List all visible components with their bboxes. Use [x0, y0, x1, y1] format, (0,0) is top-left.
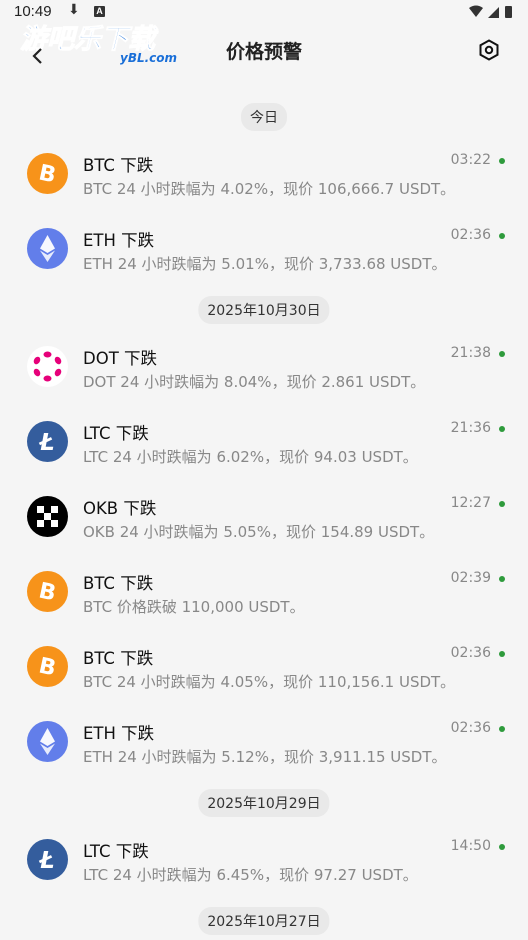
date-chip: 2025年10月30日 [198, 296, 330, 324]
download-icon: ⬇ [68, 2, 80, 18]
item-title: DOT 下跌 [83, 349, 158, 368]
date-chip: 2025年10月29日 [198, 789, 330, 817]
page-title: 价格预警 [225, 41, 302, 63]
item-title: ETH 下跌 [83, 231, 155, 250]
item-time: 12:27 [450, 495, 491, 511]
item-title: OKB 下跌 [83, 499, 157, 518]
signal-icon [488, 7, 499, 18]
alert-list: 今日 B BTC 下跌 BTC 24 小时跌幅为 4.02%，现价 106,66… [0, 101, 528, 940]
date-separator: 2025年10月27日 [0, 905, 528, 935]
item-description: ETH 24 小时跌幅为 5.01%，现价 3,733.68 USDT。 [83, 255, 447, 273]
okb-coin-icon [27, 496, 68, 537]
item-description: LTC 24 小时跌幅为 6.02%，现价 94.03 USDT。 [83, 448, 418, 466]
date-chip: 今日 [241, 103, 287, 131]
list-item[interactable]: ETH 下跌 ETH 24 小时跌幅为 5.01%，现价 3,733.68 US… [0, 211, 528, 286]
item-title: BTC 下跌 [83, 649, 154, 668]
item-time: 02:36 [450, 645, 491, 661]
item-description: BTC 价格跌破 110,000 USDT。 [83, 598, 305, 616]
item-time: 02:36 [450, 720, 491, 736]
item-description: DOT 24 小时跌幅为 8.04%，现价 2.861 USDT。 [83, 373, 426, 391]
unread-dot [499, 233, 505, 239]
list-item[interactable]: Ł LTC 下跌 LTC 24 小时跌幅为 6.45%，现价 97.27 USD… [0, 822, 528, 897]
list-item[interactable]: Ł LTC 下跌 LTC 24 小时跌幅为 6.02%，现价 94.03 USD… [0, 404, 528, 479]
date-separator: 2025年10月29日 [0, 787, 528, 817]
a-badge-icon: A [94, 6, 105, 17]
item-time: 14:50 [450, 838, 491, 854]
unread-dot [499, 726, 505, 732]
date-chip: 2025年10月27日 [198, 907, 330, 935]
status-right-icons [468, 4, 518, 23]
list-item[interactable]: DOT 下跌 DOT 24 小时跌幅为 8.04%，现价 2.861 USDT。… [0, 329, 528, 404]
battery-icon [505, 6, 512, 18]
unread-dot [499, 501, 505, 507]
item-title: LTC 下跌 [83, 424, 149, 443]
btc-coin-icon: B [27, 571, 68, 612]
ltc-coin-icon: Ł [27, 421, 68, 462]
list-item[interactable]: B BTC 下跌 BTC 24 小时跌幅为 4.05%，现价 110,156.1… [0, 629, 528, 704]
item-description: BTC 24 小时跌幅为 4.05%，现价 110,156.1 USDT。 [83, 673, 456, 691]
item-title: BTC 下跌 [83, 574, 154, 593]
eth-coin-icon [27, 721, 68, 762]
item-time: 02:39 [450, 570, 491, 586]
dot-coin-icon [27, 346, 68, 387]
unread-dot [499, 651, 505, 657]
list-item[interactable]: B BTC 下跌 BTC 24 小时跌幅为 4.02%，现价 106,666.7… [0, 136, 528, 211]
list-item[interactable]: OKB 下跌 OKB 24 小时跌幅为 5.05%，现价 154.89 USDT… [0, 479, 528, 554]
settings-button[interactable] [478, 39, 500, 61]
list-item[interactable]: B BTC 下跌 BTC 价格跌破 110,000 USDT。 02:39 [0, 554, 528, 629]
item-description: LTC 24 小时跌幅为 6.45%，现价 97.27 USDT。 [83, 866, 418, 884]
hexagon-settings-icon [479, 39, 499, 61]
svg-text:Ł: Ł [38, 848, 54, 874]
item-description: ETH 24 小时跌幅为 5.12%，现价 3,911.15 USDT。 [83, 748, 447, 766]
date-separator: 今日 [0, 101, 528, 131]
item-description: BTC 24 小时跌幅为 4.02%，现价 106,666.7 USDT。 [83, 180, 456, 198]
svg-text:Ł: Ł [38, 430, 54, 456]
eth-coin-icon [27, 228, 68, 269]
item-title: LTC 下跌 [83, 842, 149, 861]
btc-coin-icon: B [27, 646, 68, 687]
item-time: 21:38 [450, 345, 491, 361]
unread-dot [499, 576, 505, 582]
ltc-coin-icon: Ł [27, 839, 68, 880]
item-title: BTC 下跌 [83, 156, 154, 175]
btc-coin-icon: B [27, 153, 68, 194]
unread-dot [499, 426, 505, 432]
item-title: ETH 下跌 [83, 724, 155, 743]
date-separator: 2025年10月30日 [0, 294, 528, 324]
item-time: 02:36 [450, 227, 491, 243]
item-time: 03:22 [450, 152, 491, 168]
list-item[interactable]: ETH 下跌 ETH 24 小时跌幅为 5.12%，现价 3,911.15 US… [0, 704, 528, 779]
unread-dot [499, 158, 505, 164]
unread-dot [499, 844, 505, 850]
item-time: 21:36 [450, 420, 491, 436]
wifi-icon [469, 5, 483, 17]
item-description: OKB 24 小时跌幅为 5.05%，现价 154.89 USDT。 [83, 523, 435, 541]
unread-dot [499, 351, 505, 357]
